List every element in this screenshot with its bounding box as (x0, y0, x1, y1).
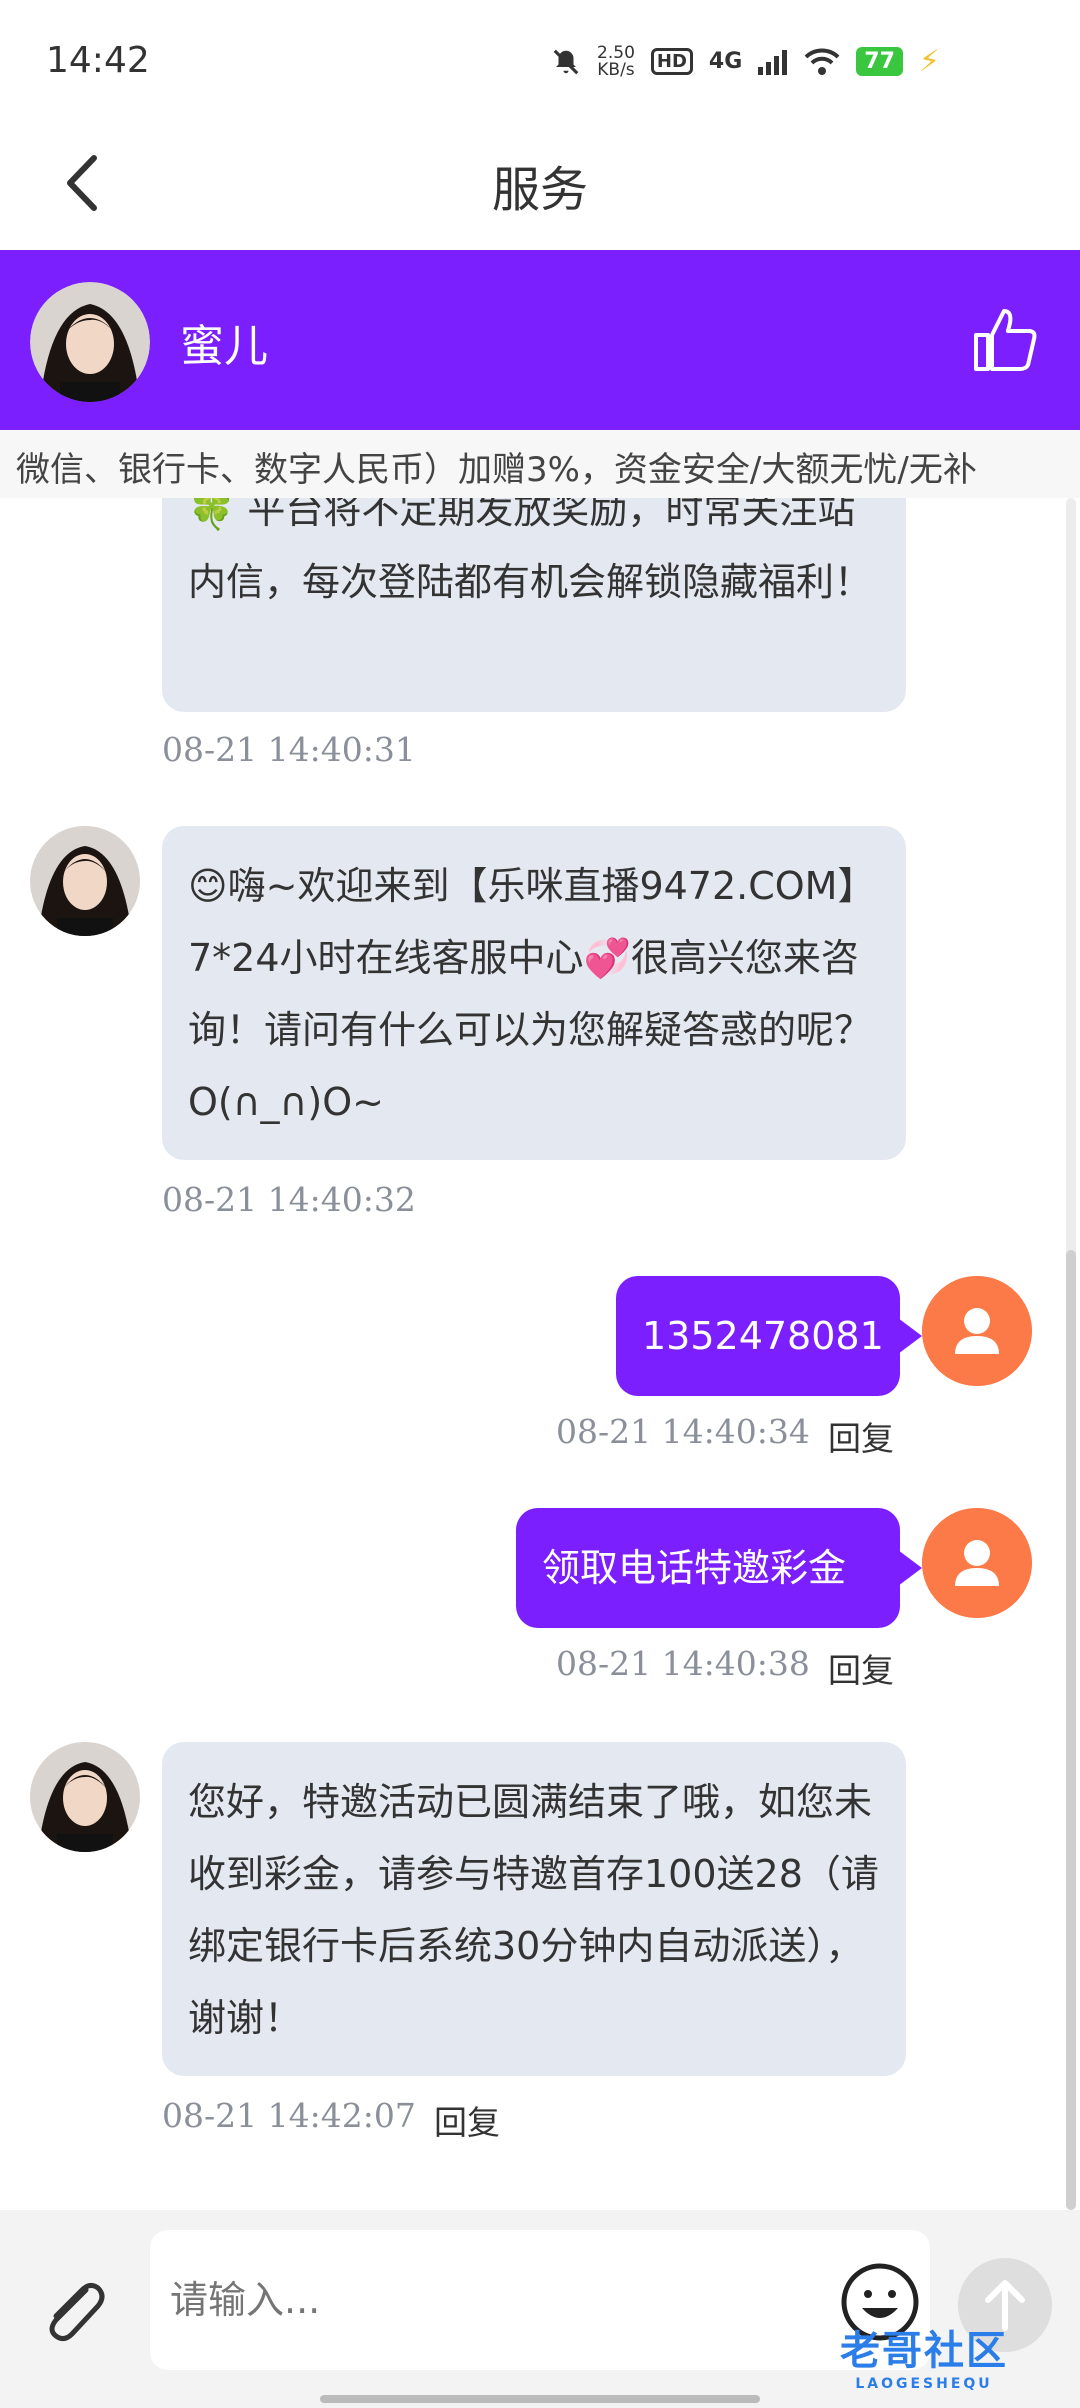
status-bar: 14:42 2.50 KB/s HD 4G 77 ⚡ (0, 0, 1080, 120)
mute-bell-icon (553, 49, 579, 74)
network-speed: 2.50 KB/s (597, 42, 635, 80)
agent-message-bubble: 您好，特邀活动已圆满结束了哦，如您未收到彩金，请参与特邀首存100送28（请绑定… (162, 1742, 906, 2076)
page-title: 服务 (491, 162, 588, 218)
agent-message-bubble: 🍀 平台将不定期发放奖励，时常关注站内信，每次登陆都有机会解锁隐藏福利！ (162, 498, 906, 712)
user-message-bubble: 1352478081 (616, 1276, 922, 1396)
notice-marquee: 微信、银行卡、数字人民币）加赠3%，资金安全/大额无忧/无补 (0, 430, 1080, 498)
reply-link[interactable]: 回复 (434, 2096, 500, 2144)
agent-avatar (30, 826, 140, 936)
network-speed-unit: KB/s (597, 59, 635, 80)
message-timestamp: 08-21 14:40:34 (556, 1412, 810, 1451)
agent-header: 蜜儿 (0, 250, 1080, 430)
title-bar: 服务 (0, 120, 1080, 250)
thumbs-up-icon[interactable] (970, 305, 1040, 375)
status-time: 14:42 (46, 40, 150, 81)
reply-link[interactable]: 回复 (828, 1412, 894, 1460)
chat-area[interactable]: 🍀 平台将不定期发放奖励，时常关注站内信，每次登陆都有机会解锁隐藏福利！ 08-… (0, 498, 1080, 2210)
agent-avatar[interactable] (30, 282, 150, 402)
reply-link[interactable]: 回复 (828, 1644, 894, 1692)
user-avatar-icon (922, 1276, 1032, 1386)
message-timestamp: 08-21 14:40:38 (556, 1644, 810, 1683)
watermark-subtext: LAOGESHEQU (855, 2376, 993, 2392)
user-avatar-icon (922, 1508, 1032, 1618)
notice-text: 微信、银行卡、数字人民币）加赠3%，资金安全/大额无忧/无补 (16, 450, 977, 490)
paperclip-icon[interactable] (34, 2272, 114, 2352)
agent-name: 蜜儿 (180, 321, 268, 372)
watermark-text: 老哥社区 (840, 2328, 1008, 2374)
message-timestamp: 08-21 14:40:32 (162, 1180, 416, 1219)
user-message-bubble: 领取电话特邀彩金 (516, 1508, 922, 1628)
agent-message-bubble: 😊嗨~欢迎来到【乐咪直播9472.COM】7*24小时在线客服中心💞很高兴您来咨… (162, 826, 906, 1160)
signal-icon (758, 49, 788, 75)
network-speed-value: 2.50 (597, 42, 635, 63)
chat-scrollbar[interactable] (1066, 1250, 1076, 2210)
wifi-icon (804, 48, 840, 75)
network-type: 4G (708, 49, 743, 74)
home-indicator[interactable] (320, 2395, 760, 2403)
battery-indicator: 77 (856, 47, 903, 76)
hd-badge: HD (650, 48, 693, 75)
message-timestamp: 08-21 14:42:07 (162, 2096, 416, 2135)
watermark-logo: 老哥社区 LAOGESHEQU (840, 2318, 1008, 2392)
agent-avatar (30, 1742, 140, 1852)
charging-icon: ⚡ (918, 44, 940, 79)
status-icons: 2.50 KB/s HD 4G 77 ⚡ (551, 44, 940, 79)
message-input[interactable] (150, 2230, 930, 2370)
message-timestamp: 08-21 14:40:31 (162, 730, 416, 769)
